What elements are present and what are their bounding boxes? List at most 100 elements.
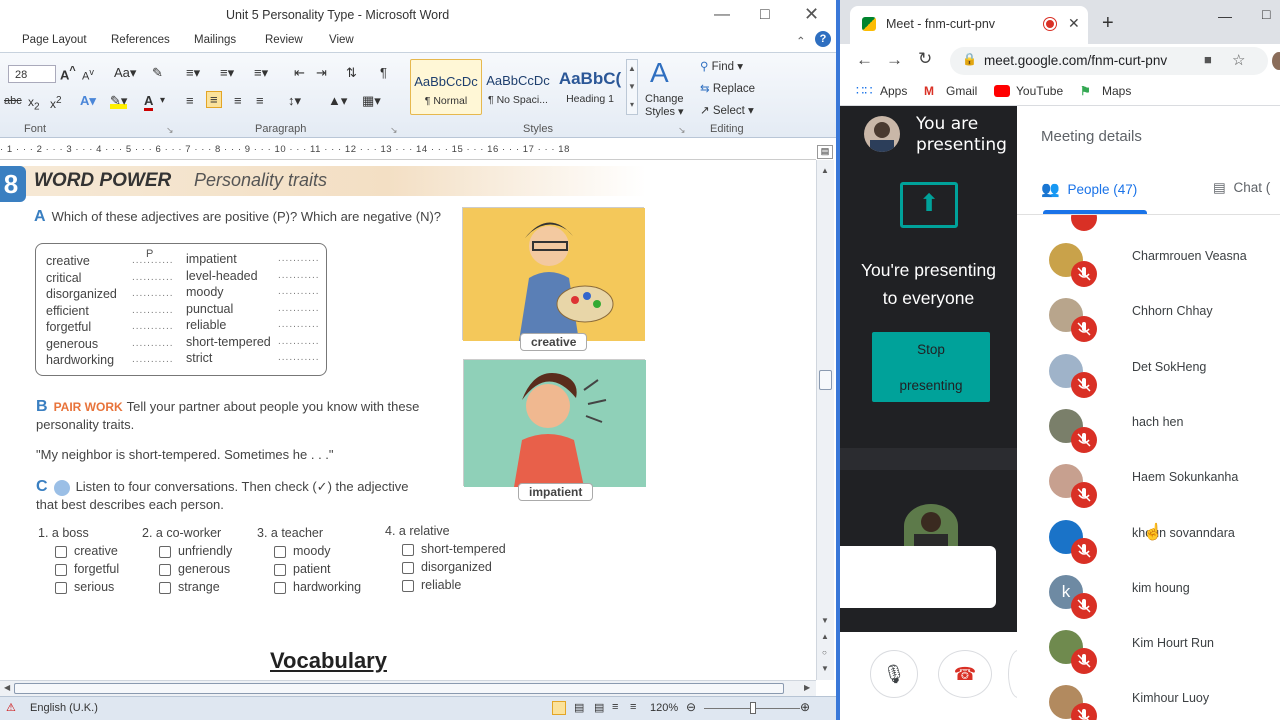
tab-close-icon[interactable]: ✕ [1068, 15, 1080, 32]
answer-blank[interactable]: ........... [278, 352, 320, 363]
close-icon[interactable]: ✕ [804, 4, 819, 25]
tab-references[interactable]: References [111, 34, 170, 46]
checkbox[interactable] [55, 546, 67, 558]
shading-icon[interactable]: ▲▾ [328, 93, 347, 109]
subscript-icon[interactable]: x2 [28, 95, 40, 112]
chrome-maximize-icon[interactable]: □ [1262, 6, 1270, 22]
shrink-font-icon[interactable]: Av [82, 67, 94, 83]
participant-row[interactable]: Charmrouen Veasna [1017, 231, 1280, 287]
bookmark-youtube[interactable]: YouTube [1016, 84, 1063, 98]
checkbox[interactable] [274, 546, 286, 558]
answer-blank[interactable]: ........... [278, 270, 320, 281]
browse-object-icon[interactable]: ○ [822, 648, 827, 657]
numbering-icon[interactable]: ≡▾ [220, 65, 234, 81]
line-spacing-icon[interactable]: ↕▾ [288, 93, 301, 109]
font-size-select[interactable]: 28 [8, 65, 56, 83]
chrome-minimize-icon[interactable]: — [1218, 8, 1232, 24]
font-color-icon[interactable]: A [144, 93, 154, 111]
increase-indent-icon[interactable]: ⇥ [316, 65, 327, 81]
stop-presenting-button[interactable]: Stop presenting [872, 332, 990, 402]
highlight-icon[interactable]: ✎▾ [110, 93, 128, 109]
style-heading-1[interactable]: AaBbC( Heading 1 [556, 59, 624, 115]
styles-scroll[interactable]: ▲ ▼ ▾ [626, 59, 638, 115]
answer-blank[interactable]: ........... [132, 354, 174, 365]
zoom-slider-thumb[interactable] [750, 702, 756, 714]
participant-row[interactable]: k kim houng [1017, 563, 1280, 619]
horizontal-scrollbar[interactable]: ◀ ▶ [0, 680, 816, 696]
find-button[interactable]: ⚲ Find ▾ [700, 59, 743, 73]
full-screen-icon[interactable]: ▤ [574, 701, 584, 714]
align-right-icon[interactable]: ≡ [234, 93, 242, 108]
checkbox[interactable] [159, 582, 171, 594]
document-page[interactable]: 8 WORD POWER Personality traits A Which o… [0, 160, 816, 680]
proofing-icon[interactable]: ⚠ [6, 701, 16, 714]
zoom-in-icon[interactable]: ⊕ [800, 700, 810, 714]
bookmark-apps[interactable]: Apps [880, 84, 907, 98]
answer-blank[interactable]: ........... [278, 286, 320, 297]
answer-blank[interactable]: ........... [132, 321, 174, 332]
align-left-icon[interactable]: ≡ [186, 93, 194, 108]
justify-icon[interactable]: ≡ [256, 93, 264, 108]
profile-avatar[interactable] [1272, 52, 1280, 70]
zoom-level[interactable]: 120% [650, 702, 678, 714]
checkbox[interactable] [402, 562, 414, 574]
sort-icon[interactable]: ⇅ [346, 65, 357, 81]
style-normal[interactable]: AaBbCcDc ¶ Normal [410, 59, 482, 115]
font-dialog-launcher-icon[interactable]: ↘ [166, 125, 174, 136]
answer-blank[interactable]: ........... [132, 338, 174, 349]
font-color-dropdown-icon[interactable]: ▾ [160, 95, 165, 106]
audio-icon[interactable] [53, 479, 70, 496]
participant-list[interactable]: Charmrouen Veasna Chhorn Chhay Det SokHeng… [1017, 215, 1280, 720]
checkbox[interactable] [274, 582, 286, 594]
answer-blank[interactable]: ........... [278, 319, 320, 330]
print-layout-icon[interactable] [552, 701, 566, 715]
answer-blank[interactable]: ........... [132, 272, 174, 283]
address-bar[interactable]: 🔒 meet.google.com/fnm-curt-pnv ■ ☆ [950, 47, 1268, 75]
scroll-up-icon[interactable]: ▲ [821, 166, 829, 175]
paragraph-dialog-launcher-icon[interactable]: ↘ [390, 125, 398, 136]
help-icon[interactable]: ? [815, 31, 831, 47]
align-center-icon[interactable]: ≡ [206, 91, 222, 108]
checkbox[interactable] [159, 564, 171, 576]
bookmark-maps[interactable]: Maps [1102, 84, 1131, 98]
chat-tab[interactable]: ▤ Chat ( [1213, 180, 1270, 196]
decrease-indent-icon[interactable]: ⇤ [294, 65, 305, 81]
scroll-left-icon[interactable]: ◀ [4, 683, 10, 692]
scroll-down-icon[interactable]: ▼ [821, 616, 829, 625]
multilevel-list-icon[interactable]: ≡▾ [254, 65, 268, 81]
vertical-scrollbar[interactable]: ▲ ▼ ▲ ○ ▼ [816, 160, 834, 680]
style-no-spacing[interactable]: AaBbCcDc ¶ No Spaci... [482, 59, 554, 115]
participant-row[interactable]: Kimhour Luoy [1017, 673, 1280, 720]
minimize-icon[interactable]: — [714, 6, 730, 24]
checkbox[interactable] [402, 580, 414, 592]
checkbox[interactable] [274, 564, 286, 576]
bullets-icon[interactable]: ≡▾ [186, 65, 200, 81]
back-icon[interactable]: ← [856, 50, 873, 70]
maximize-icon[interactable]: □ [760, 6, 770, 24]
change-case-icon[interactable]: Aa▾ [114, 65, 136, 81]
apps-grid-icon[interactable]: ∷∷ [856, 83, 873, 99]
answer-blank[interactable]: ........... [278, 336, 320, 347]
select-button[interactable]: ↗ Select ▾ [700, 103, 754, 117]
clear-format-icon[interactable]: ✎ [152, 65, 163, 81]
show-formatting-icon[interactable]: ¶ [380, 65, 387, 80]
hang-up-icon[interactable]: ☎ [938, 650, 992, 698]
participant-row[interactable]: Haem Sokunkanha [1017, 452, 1280, 509]
superscript-icon[interactable]: x2 [50, 95, 62, 111]
borders-icon[interactable]: ▦▾ [362, 93, 381, 109]
bookmark-gmail[interactable]: Gmail [946, 84, 977, 98]
answer-blank[interactable]: ........... [132, 288, 174, 299]
camera-icon[interactable]: ■ [1204, 52, 1212, 67]
previous-page-icon[interactable]: ▲ [821, 632, 829, 641]
answer-blank[interactable]: ........... [278, 253, 320, 264]
participant-row[interactable]: hach hen [1017, 397, 1280, 453]
language-status[interactable]: English (U.K.) [30, 702, 98, 714]
scroll-thumb[interactable] [819, 370, 832, 390]
change-styles-icon[interactable]: A [650, 57, 669, 89]
replace-button[interactable]: ⇆ Replace [700, 81, 755, 95]
bookmark-star-icon[interactable]: ☆ [1232, 51, 1245, 69]
tab-mailings[interactable]: Mailings [194, 34, 236, 46]
lock-icon[interactable]: 🔒 [962, 52, 977, 66]
horizontal-ruler[interactable]: · 1 · · · 2 · · · 3 · · · 4 · · · 5 · · … [0, 140, 816, 160]
answer-blank[interactable]: ........... [132, 305, 174, 316]
